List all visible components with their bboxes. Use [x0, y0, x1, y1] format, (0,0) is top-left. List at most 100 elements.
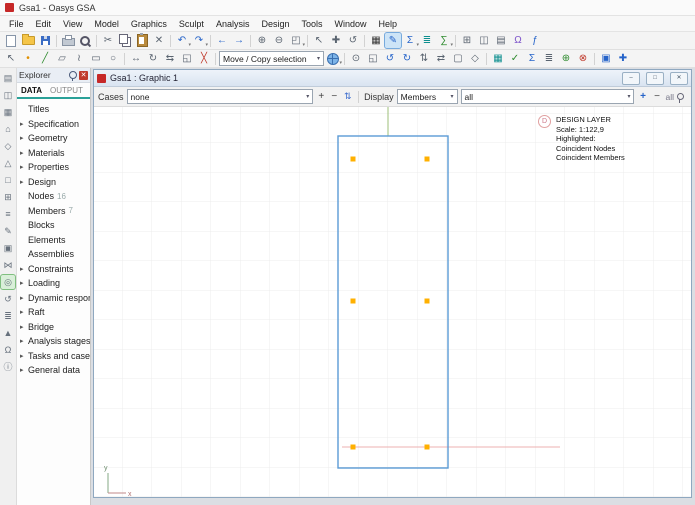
rows-view-button[interactable]: ▤ [493, 33, 509, 48]
undo-button[interactable]: ↶ [174, 33, 190, 48]
arc-button[interactable]: ○ [105, 51, 121, 66]
sidebar-item-dynamic-response[interactable]: ▸ Dynamic respon [17, 291, 90, 306]
minimize-button[interactable]: – [622, 72, 640, 85]
module-icon[interactable]: ↺ [1, 292, 15, 306]
zoom-extents-button[interactable]: ◰ [288, 33, 304, 48]
flip-horizontal-button[interactable]: ⇄ [433, 51, 449, 66]
copy-button[interactable] [117, 33, 133, 48]
erase-tool-button[interactable]: ╳ [196, 51, 212, 66]
zoom-in-button[interactable]: ⊕ [254, 33, 270, 48]
module-icon[interactable]: ⓘ [1, 360, 15, 374]
selection-mode-combo[interactable]: Move / Copy selection [219, 51, 324, 66]
menu-item-edit[interactable]: Edit [30, 18, 58, 30]
add-area-button[interactable]: ▱ [54, 51, 70, 66]
print-button[interactable] [60, 33, 76, 48]
rectangle-button[interactable]: ▭ [88, 51, 104, 66]
sidebar-item-properties[interactable]: ▸ Properties [17, 160, 90, 175]
module-icon[interactable]: ◫ [1, 88, 15, 102]
add-case-button[interactable]: + [316, 91, 326, 102]
tab-output[interactable]: OUTPUT [46, 85, 87, 96]
back-button[interactable]: ← [214, 33, 230, 48]
forward-button[interactable]: → [231, 33, 247, 48]
remove-case-button[interactable]: − [329, 91, 339, 102]
sidebar-item-nodes[interactable]: Nodes 16 [17, 189, 90, 204]
all-label[interactable]: all [665, 92, 674, 102]
flip-vertical-button[interactable]: ⇅ [416, 51, 432, 66]
pin-icon[interactable] [677, 93, 684, 100]
sum-button[interactable]: ∑ [436, 33, 452, 48]
menu-item-help[interactable]: Help [373, 18, 404, 30]
pan-button[interactable]: ✚ [328, 33, 344, 48]
sidebar-item-members[interactable]: Members 7 [17, 204, 90, 219]
table-view-button[interactable]: ▦ [368, 33, 384, 48]
module-icon[interactable]: ⌂ [1, 122, 15, 136]
cut-button[interactable]: ✂ [100, 33, 116, 48]
sidebar-item-general-data[interactable]: ▸ General data [17, 363, 90, 378]
move-tool-button[interactable]: ↔ [128, 51, 144, 66]
menu-item-model[interactable]: Model [88, 18, 125, 30]
sidebar-item-bridge[interactable]: ▸ Bridge [17, 320, 90, 335]
sidebar-item-assemblies[interactable]: Assemblies [17, 247, 90, 262]
sidebar-item-design[interactable]: ▸ Design [17, 175, 90, 190]
menu-item-view[interactable]: View [57, 18, 88, 30]
menu-item-window[interactable]: Window [328, 18, 372, 30]
remove-view-button[interactable]: ⊗ [575, 51, 591, 66]
globe-view-button[interactable] [325, 51, 341, 66]
module-icon[interactable]: ▤ [1, 71, 15, 85]
module-icon[interactable]: ▦ [1, 105, 15, 119]
module-icon[interactable]: ▣ [1, 241, 15, 255]
label-members-button[interactable]: ▦ [490, 51, 506, 66]
sync-cases-icon[interactable]: ⇅ [342, 91, 353, 102]
module-icon[interactable]: ✎ [1, 224, 15, 238]
pin-icon[interactable] [69, 71, 77, 79]
mirror-tool-button[interactable]: ⇆ [162, 51, 178, 66]
module-icon[interactable]: ◎ [1, 275, 15, 289]
scale-tool-button[interactable]: ◱ [179, 51, 195, 66]
select-cursor-button[interactable]: ↖ [311, 33, 327, 48]
chart-view-button[interactable]: ≣ [419, 33, 435, 48]
zoom-out-button[interactable]: ⊖ [271, 33, 287, 48]
select-tool-button[interactable]: ↖ [3, 51, 19, 66]
function-button[interactable]: ƒ [527, 33, 543, 48]
display-combo[interactable]: Members [397, 89, 458, 104]
graphic-window-titlebar[interactable]: Gsa1 : Graphic 1 – □ ✕ [94, 70, 691, 87]
entity-filter-combo[interactable]: all [461, 89, 635, 104]
sidebar-item-raft[interactable]: ▸ Raft [17, 305, 90, 320]
spin-right-button[interactable]: ↻ [399, 51, 415, 66]
module-icon[interactable]: ≡ [1, 207, 15, 221]
tab-data[interactable]: DATA [17, 85, 46, 96]
new-view-button[interactable]: ✚ [615, 51, 631, 66]
spin-left-button[interactable]: ↺ [382, 51, 398, 66]
polyline-button[interactable]: ≀ [71, 51, 87, 66]
menu-item-sculpt[interactable]: Sculpt [173, 18, 210, 30]
rotate-tool-button[interactable]: ↻ [145, 51, 161, 66]
menu-item-tools[interactable]: Tools [295, 18, 328, 30]
add-view-button[interactable]: ⊕ [558, 51, 574, 66]
module-icon[interactable]: △ [1, 156, 15, 170]
sidebar-item-constraints[interactable]: ▸ Constraints [17, 262, 90, 277]
module-icon[interactable]: Ω [1, 343, 15, 357]
list-button[interactable]: ≣ [541, 51, 557, 66]
module-icon[interactable]: ◇ [1, 139, 15, 153]
paste-button[interactable] [134, 33, 150, 48]
new-file-button[interactable] [3, 33, 19, 48]
add-node-button[interactable]: • [20, 51, 36, 66]
sidebar-item-geometry[interactable]: ▸ Geometry [17, 131, 90, 146]
menu-item-file[interactable]: File [3, 18, 30, 30]
module-icon[interactable]: □ [1, 173, 15, 187]
diamond-view-button[interactable]: ◇ [467, 51, 483, 66]
graphics-canvas[interactable]: y x D DESIGN LAYERScale: 1:122,9Highligh… [94, 107, 691, 497]
open-file-button[interactable] [20, 33, 36, 48]
grid-toggle-button[interactable]: ⊞ [459, 33, 475, 48]
print-preview-button[interactable] [77, 33, 93, 48]
delete-button[interactable]: ✕ [151, 33, 167, 48]
sidebar-item-tasks-and-cases[interactable]: ▸ Tasks and cases [17, 349, 90, 364]
add-to-list-button[interactable]: + [637, 91, 648, 102]
rotate-view-button[interactable]: ↺ [345, 33, 361, 48]
sidebar-item-specification[interactable]: ▸ Specification [17, 117, 90, 132]
redo-button[interactable]: ↷ [191, 33, 207, 48]
sidebar-item-blocks[interactable]: Blocks [17, 218, 90, 233]
output-view-button[interactable]: Σ [402, 33, 418, 48]
module-icon[interactable]: ▲ [1, 326, 15, 340]
close-icon[interactable]: ✕ [79, 71, 88, 80]
